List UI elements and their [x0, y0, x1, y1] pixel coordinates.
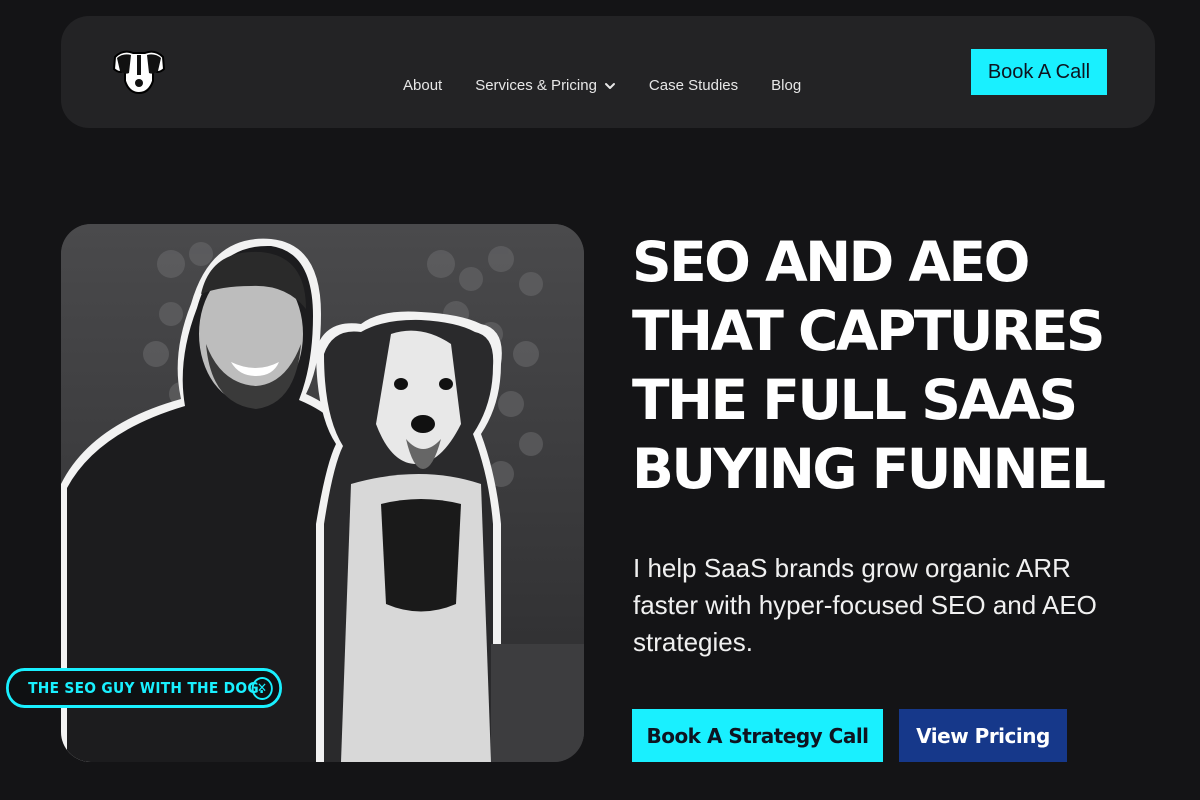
dog-head-icon[interactable] — [109, 47, 169, 95]
book-strategy-call-button[interactable]: Book A Strategy Call — [632, 709, 883, 762]
photo-caption-text: THE SEO GUY WITH THE DOG. — [28, 679, 265, 697]
nav-services-pricing-label: Services & Pricing — [475, 77, 597, 94]
headline-line: SEO AND AEO — [632, 230, 1030, 294]
hero-subtext: I help SaaS brands grow organic ARR fast… — [633, 553, 1097, 657]
view-pricing-button[interactable]: View Pricing — [899, 709, 1067, 762]
headline-line: THE FULL SAAS — [632, 368, 1078, 432]
close-circle-icon[interactable]: ✕ — [251, 677, 273, 700]
headline-line: THAT CAPTURES — [632, 299, 1105, 363]
nav-services-pricing[interactable]: Services & Pricing — [475, 78, 616, 93]
nav-links: About Services & Pricing Case Studies Bl… — [403, 78, 801, 93]
nav-about[interactable]: About — [403, 78, 442, 93]
nav-blog[interactable]: Blog — [771, 78, 801, 93]
photo-caption-badge: THE SEO GUY WITH THE DOG. ✕ — [6, 668, 282, 708]
headline-line: BUYING FUNNEL — [632, 437, 1106, 501]
top-nav: About Services & Pricing Case Studies Bl… — [61, 16, 1155, 128]
book-a-call-button[interactable]: Book A Call — [971, 49, 1107, 95]
chevron-down-icon — [604, 82, 615, 89]
nav-case-studies[interactable]: Case Studies — [649, 78, 738, 93]
hero-headline: SEO AND AEO THAT CAPTURES THE FULL SAAS … — [632, 228, 1152, 504]
